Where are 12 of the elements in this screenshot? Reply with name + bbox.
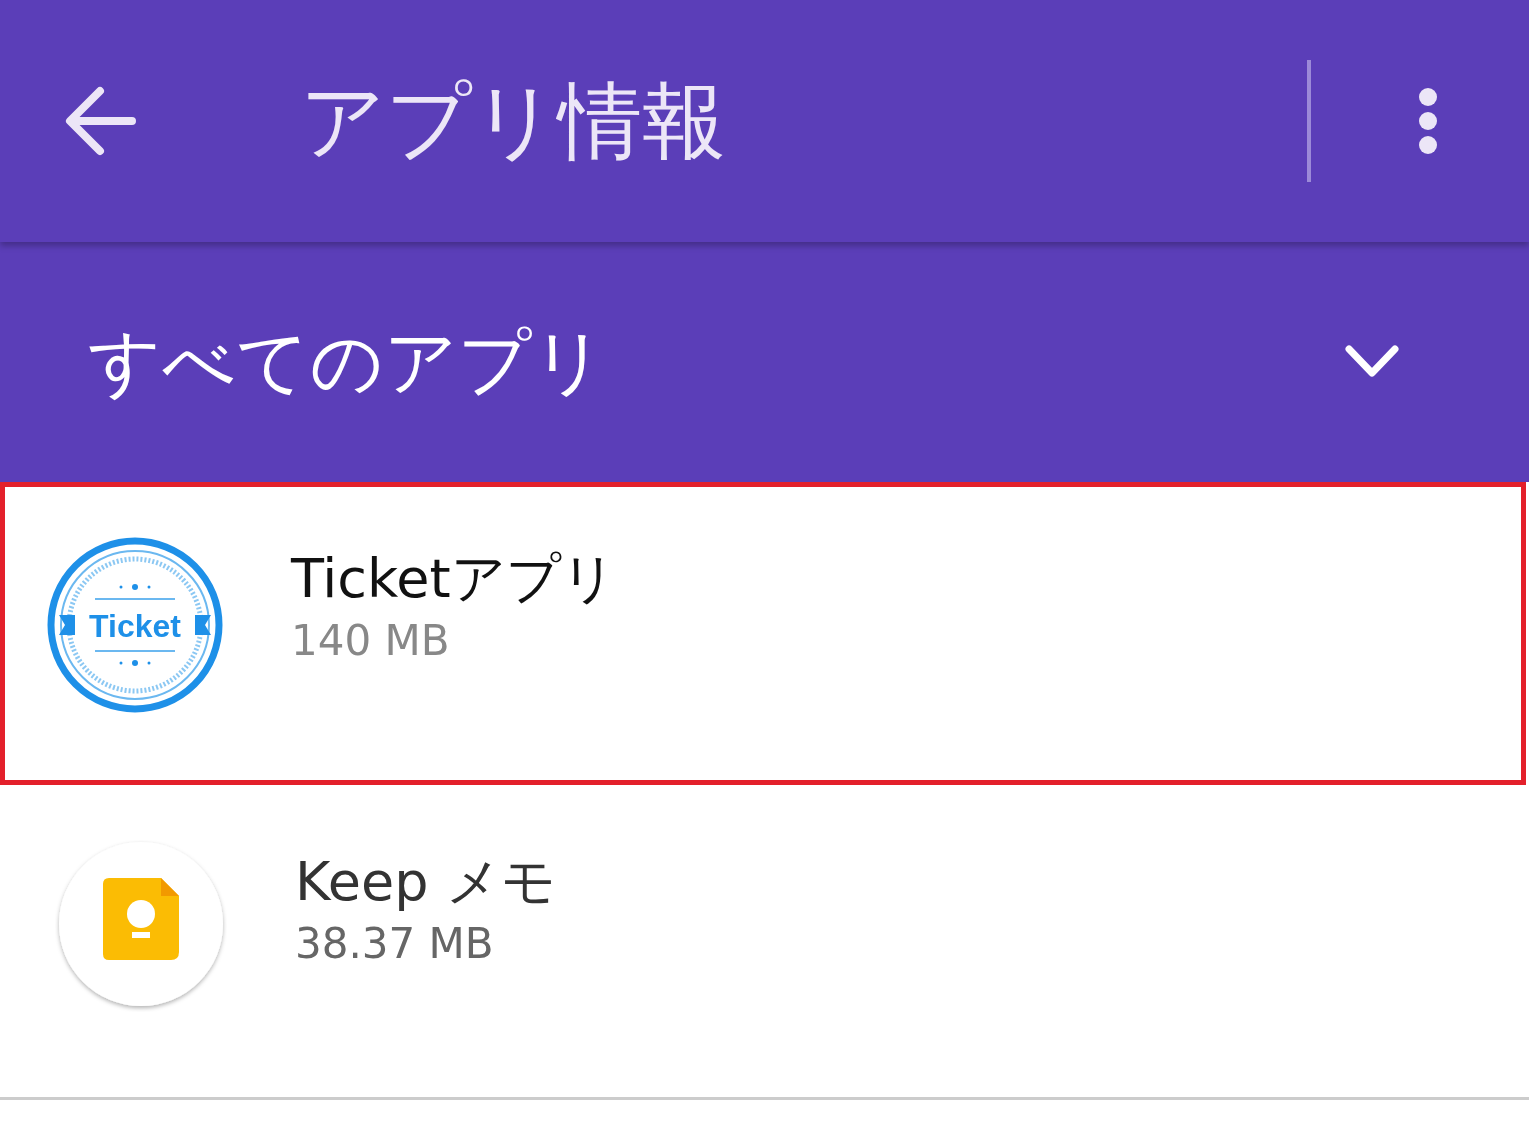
app-list-item[interactable]: Keep メモ 38.37 MB — [0, 785, 1529, 1097]
app-filter-dropdown[interactable]: すべてのアプリ — [0, 242, 1529, 482]
app-name: Keep メモ — [295, 849, 556, 915]
chevron-down-icon — [1345, 345, 1399, 379]
more-vertical-icon — [1418, 87, 1438, 155]
back-arrow-icon — [64, 85, 136, 157]
app-size: 140 MB — [291, 615, 451, 667]
app-name: Ticketアプリ — [291, 546, 616, 612]
page-title: アプリ情報 — [300, 79, 726, 163]
app-list-item[interactable]: Ticket Ticketアプリ 140 MB — [0, 482, 1526, 785]
app-size: 38.37 MB — [295, 918, 495, 970]
ticket-stamp-icon: Ticket — [47, 537, 223, 713]
